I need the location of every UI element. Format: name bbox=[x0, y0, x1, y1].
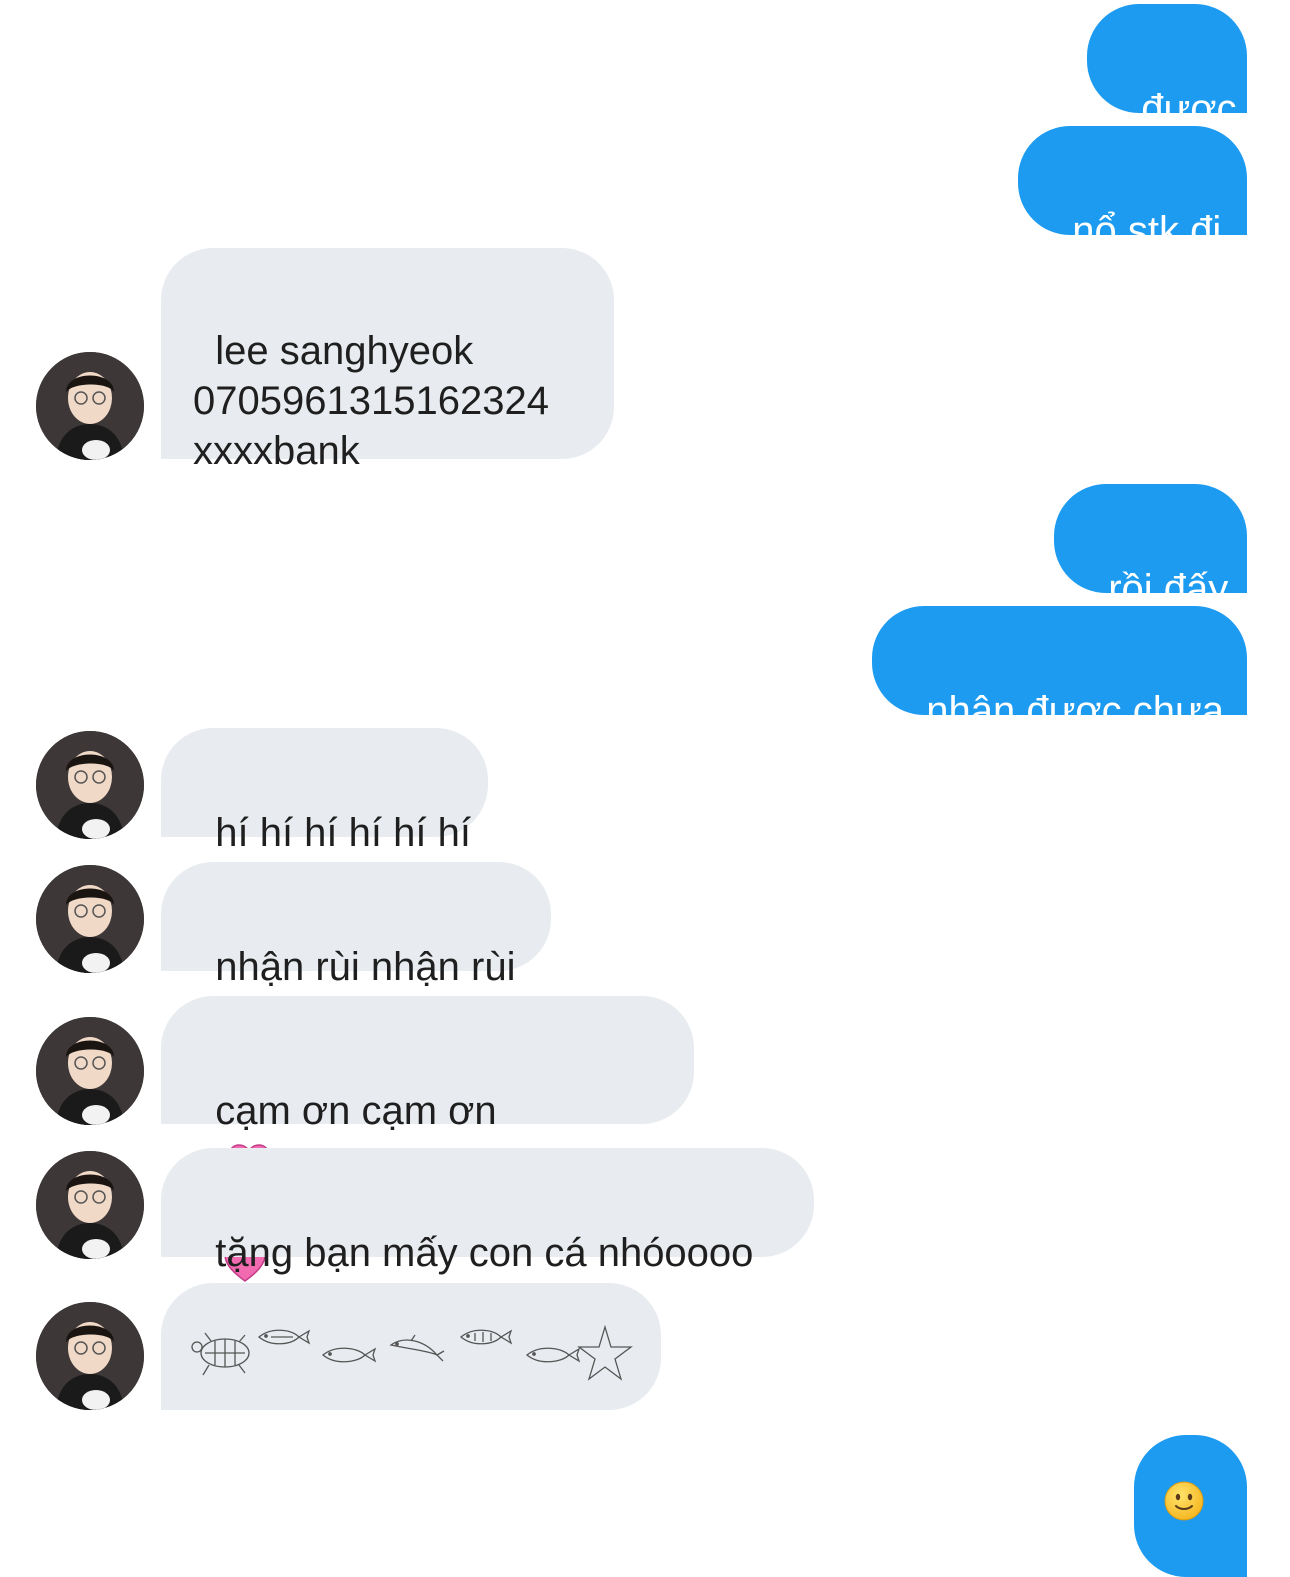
contact-avatar[interactable] bbox=[36, 865, 144, 973]
fish-icon bbox=[321, 1347, 377, 1363]
fish-icon bbox=[525, 1347, 581, 1363]
turtle-icon bbox=[191, 1332, 250, 1376]
person-avatar-icon bbox=[36, 1151, 144, 1259]
sea-creatures-row bbox=[191, 1324, 633, 1381]
message-text: rồi đấy bbox=[1108, 567, 1229, 611]
message-text: nhận được chưa bbox=[926, 689, 1224, 733]
incoming-message-bubble[interactable]: hí hí hí hí hí hí bbox=[161, 728, 488, 855]
message-text: nổ stk đi bbox=[1072, 209, 1222, 253]
fish-icon bbox=[459, 1329, 513, 1345]
outgoing-message-bubble[interactable]: nổ stk đi bbox=[1018, 126, 1247, 253]
message-text: tặng bạn mấy con cá nhóoooo bbox=[215, 1231, 754, 1275]
incoming-message-bubble[interactable]: cạm ơn cạm ơn bbox=[161, 996, 694, 1283]
dolphin-icon bbox=[389, 1334, 445, 1362]
incoming-message-bubble[interactable] bbox=[161, 1283, 661, 1410]
contact-avatar[interactable] bbox=[36, 352, 144, 460]
contact-avatar[interactable] bbox=[36, 731, 144, 839]
person-avatar-icon bbox=[36, 1017, 144, 1125]
message-text: được bbox=[1141, 87, 1237, 131]
contact-avatar[interactable] bbox=[36, 1151, 144, 1259]
contact-avatar[interactable] bbox=[36, 1302, 144, 1410]
fish-icon bbox=[257, 1329, 311, 1345]
person-avatar-icon bbox=[36, 865, 144, 973]
message-text: cạm ơn cạm ơn bbox=[215, 1089, 497, 1133]
incoming-message-bubble[interactable]: tặng bạn mấy con cá nhóoooo bbox=[161, 1148, 814, 1275]
person-avatar-icon bbox=[36, 1302, 144, 1410]
starfish-icon bbox=[577, 1324, 633, 1381]
outgoing-message-bubble[interactable]: nhận được chưa bbox=[872, 606, 1247, 733]
contact-avatar[interactable] bbox=[36, 1017, 144, 1125]
incoming-message-bubble[interactable]: nhận rùi nhận rùi bbox=[161, 862, 551, 989]
message-text: lee sanghyeok 0705961315162324 xxxxbank bbox=[193, 329, 549, 473]
outgoing-message-bubble[interactable]: được bbox=[1087, 4, 1247, 131]
message-text: hí hí hí hí hí hí bbox=[215, 811, 471, 855]
person-avatar-icon bbox=[36, 352, 144, 460]
outgoing-message-bubble[interactable]: rồi đấy bbox=[1054, 484, 1247, 611]
message-text: nhận rùi nhận rùi bbox=[215, 945, 516, 989]
outgoing-message-bubble[interactable] bbox=[1134, 1435, 1247, 1577]
smiling-face-icon bbox=[1164, 1481, 1204, 1521]
incoming-message-bubble[interactable]: lee sanghyeok 0705961315162324 xxxxbank bbox=[161, 248, 614, 473]
person-avatar-icon bbox=[36, 731, 144, 839]
